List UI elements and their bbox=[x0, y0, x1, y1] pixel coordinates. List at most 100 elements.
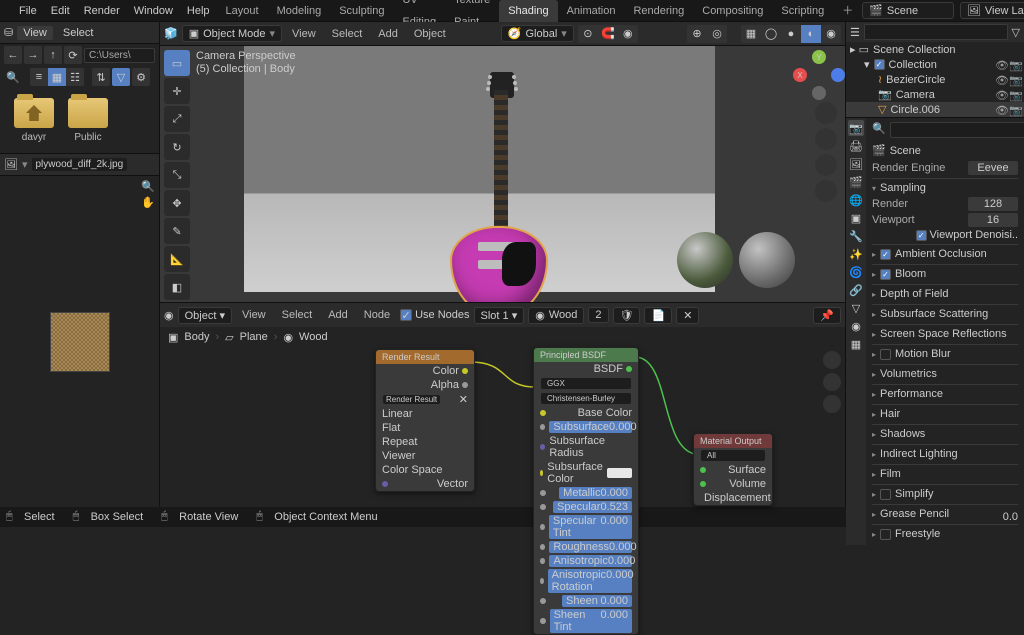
panel-checkbox[interactable] bbox=[880, 249, 891, 260]
vp-menu-object[interactable]: Object bbox=[408, 28, 452, 40]
eye-icon[interactable]: 👁 bbox=[995, 89, 1006, 100]
view-col-button[interactable]: ☷ bbox=[66, 68, 84, 86]
zoom-icon[interactable]: 🔍 bbox=[141, 180, 155, 193]
axis-z-icon[interactable] bbox=[831, 68, 845, 82]
folder-item[interactable]: Public bbox=[68, 98, 108, 143]
workspace-tab[interactable]: Animation bbox=[558, 0, 625, 22]
panel-bloom[interactable]: Bloom bbox=[872, 267, 1018, 281]
sh-menu-node[interactable]: Node bbox=[358, 309, 396, 321]
render-samples-input[interactable]: 128 bbox=[968, 197, 1018, 211]
tab-viewlayer[interactable]: 🖼 bbox=[848, 156, 864, 172]
breadcrumb-item[interactable]: Plane bbox=[240, 331, 268, 343]
denoise-checkbox[interactable] bbox=[916, 230, 927, 241]
panel-sampling[interactable]: Sampling bbox=[872, 181, 1018, 195]
hand-icon[interactable]: ✋ bbox=[141, 196, 155, 209]
material-new[interactable]: 📄 bbox=[644, 307, 672, 324]
workspace-tab[interactable]: Sculpting bbox=[330, 0, 393, 22]
eye-icon[interactable]: 👁 bbox=[995, 74, 1006, 85]
filebrowser-menu-select[interactable]: Select bbox=[57, 26, 100, 40]
outliner-row-collection[interactable]: ▾ Collection 👁📷 bbox=[846, 57, 1024, 72]
settings-button[interactable]: ⚙ bbox=[132, 68, 150, 86]
mode-selector[interactable]: ▣ Object Mode ▾ bbox=[182, 25, 282, 42]
view-grid-button[interactable]: ▦ bbox=[48, 68, 66, 86]
tool-cursor[interactable]: ✛ bbox=[164, 78, 190, 104]
workspace-add-button[interactable]: ＋ bbox=[833, 0, 862, 22]
material-fake-user[interactable]: 🛡 bbox=[613, 307, 641, 324]
use-nodes-toggle[interactable]: ✓Use Nodes bbox=[400, 309, 469, 321]
panel-ambient-occlusion[interactable]: Ambient Occlusion bbox=[872, 247, 1018, 261]
outliner-filter-icon[interactable]: ▽ bbox=[1012, 26, 1020, 39]
tab-world[interactable]: 🌐 bbox=[848, 192, 864, 208]
properties-search-input[interactable] bbox=[890, 122, 1024, 138]
tab-data[interactable]: ▽ bbox=[848, 300, 864, 316]
tab-object[interactable]: ▣ bbox=[848, 210, 864, 226]
workspace-tab[interactable]: Layout bbox=[217, 0, 268, 22]
tool-select-box[interactable]: ▭ bbox=[164, 50, 190, 76]
material-selector[interactable]: ◉ Wood bbox=[528, 307, 584, 324]
filebrowser-menu-view[interactable]: View bbox=[17, 26, 53, 40]
panel-volumetrics[interactable]: Volumetrics bbox=[872, 367, 1018, 381]
nav-back-button[interactable]: ← bbox=[4, 46, 22, 64]
camera-button[interactable] bbox=[815, 154, 837, 176]
shader-editor-icon[interactable]: ◉ bbox=[164, 309, 174, 322]
eye-icon[interactable]: 👁 bbox=[995, 104, 1006, 115]
nav-pan-button[interactable] bbox=[823, 373, 841, 391]
nav-up-button[interactable]: ↑ bbox=[44, 46, 62, 64]
tool-addcube[interactable]: ◧ bbox=[164, 274, 190, 300]
xray-toggle[interactable]: ▦ bbox=[741, 25, 761, 43]
node-principled-bsdf[interactable]: Principled BSDF BSDF GGX Christensen-Bur… bbox=[533, 347, 639, 635]
panel-film[interactable]: Film bbox=[872, 467, 1018, 481]
panel-subsurface-scattering[interactable]: Subsurface Scattering bbox=[872, 307, 1018, 321]
zoom-button[interactable] bbox=[815, 102, 837, 124]
panel-checkbox[interactable] bbox=[880, 489, 891, 500]
panel-checkbox[interactable] bbox=[880, 529, 891, 540]
workspace-tab[interactable]: Rendering bbox=[624, 0, 693, 22]
snap-button[interactable]: 🧲 bbox=[598, 25, 618, 43]
tool-measure[interactable]: 📐 bbox=[164, 246, 190, 272]
node-graph[interactable]: Render Result Color Alpha Render Result✕… bbox=[160, 347, 845, 507]
menu-edit[interactable]: Edit bbox=[44, 0, 77, 22]
panel-checkbox[interactable] bbox=[880, 269, 891, 280]
menu-window[interactable]: Window bbox=[127, 0, 180, 22]
outliner-row-item[interactable]: ▽ Circle.006 👁📷 bbox=[846, 102, 1024, 117]
vp-menu-add[interactable]: Add bbox=[372, 28, 404, 40]
panel-freestyle[interactable]: Freestyle bbox=[872, 527, 1018, 541]
collection-check[interactable] bbox=[874, 59, 885, 70]
sh-menu-select[interactable]: Select bbox=[276, 309, 319, 321]
folder-item[interactable]: davyr bbox=[14, 98, 54, 143]
render-shading[interactable]: ◉ bbox=[821, 25, 841, 43]
tool-transform[interactable]: ✥ bbox=[164, 190, 190, 216]
nav-zoom-button[interactable] bbox=[823, 351, 841, 369]
tab-particle[interactable]: ✨ bbox=[848, 246, 864, 262]
panel-screen-space-reflections[interactable]: Screen Space Reflections bbox=[872, 327, 1018, 341]
path-input[interactable]: C:\Users\ bbox=[84, 48, 155, 63]
scene-name-input[interactable] bbox=[887, 5, 947, 17]
panel-performance[interactable]: Performance bbox=[872, 387, 1018, 401]
workspace-tab[interactable]: Compositing bbox=[693, 0, 772, 22]
slot-selector[interactable]: Slot 1 ▾ bbox=[474, 307, 525, 324]
material-unlink[interactable]: ✕ bbox=[676, 307, 699, 324]
camera-icon[interactable]: 📷 bbox=[1009, 74, 1020, 85]
outliner-search-input[interactable] bbox=[864, 24, 1008, 40]
vp-menu-view[interactable]: View bbox=[286, 28, 322, 40]
filebrowser-search-button[interactable]: 🔍 bbox=[4, 68, 22, 86]
panel-depth-of-field[interactable]: Depth of Field bbox=[872, 287, 1018, 301]
vp-menu-select[interactable]: Select bbox=[326, 28, 369, 40]
node-material-output[interactable]: Material Output All Surface Volume Displ… bbox=[693, 433, 773, 506]
image-name[interactable]: plywood_diff_2k.jpg bbox=[32, 158, 128, 171]
tool-annotate[interactable]: ✎ bbox=[164, 218, 190, 244]
panel-motion-blur[interactable]: Motion Blur bbox=[872, 347, 1018, 361]
wire-shading[interactable]: ◯ bbox=[761, 25, 781, 43]
shader-type-selector[interactable]: Object ▾ bbox=[178, 307, 232, 324]
workspace-tab[interactable]: Scripting bbox=[772, 0, 833, 22]
camera-icon[interactable]: 📷 bbox=[1009, 59, 1020, 70]
camera-icon[interactable]: 📷 bbox=[1009, 104, 1020, 115]
panel-shadows[interactable]: Shadows bbox=[872, 427, 1018, 441]
tool-move[interactable]: ⤢ bbox=[164, 106, 190, 132]
outliner-row-scene-collection[interactable]: ▸ ▭ Scene Collection bbox=[846, 42, 1024, 57]
editor-type-icon[interactable]: 🧊 bbox=[164, 27, 178, 40]
engine-dropdown[interactable]: Eevee bbox=[968, 161, 1018, 175]
tab-output[interactable]: 🖨 bbox=[848, 138, 864, 154]
solid-shading[interactable]: ● bbox=[781, 25, 801, 43]
tool-rotate[interactable]: ↻ bbox=[164, 134, 190, 160]
